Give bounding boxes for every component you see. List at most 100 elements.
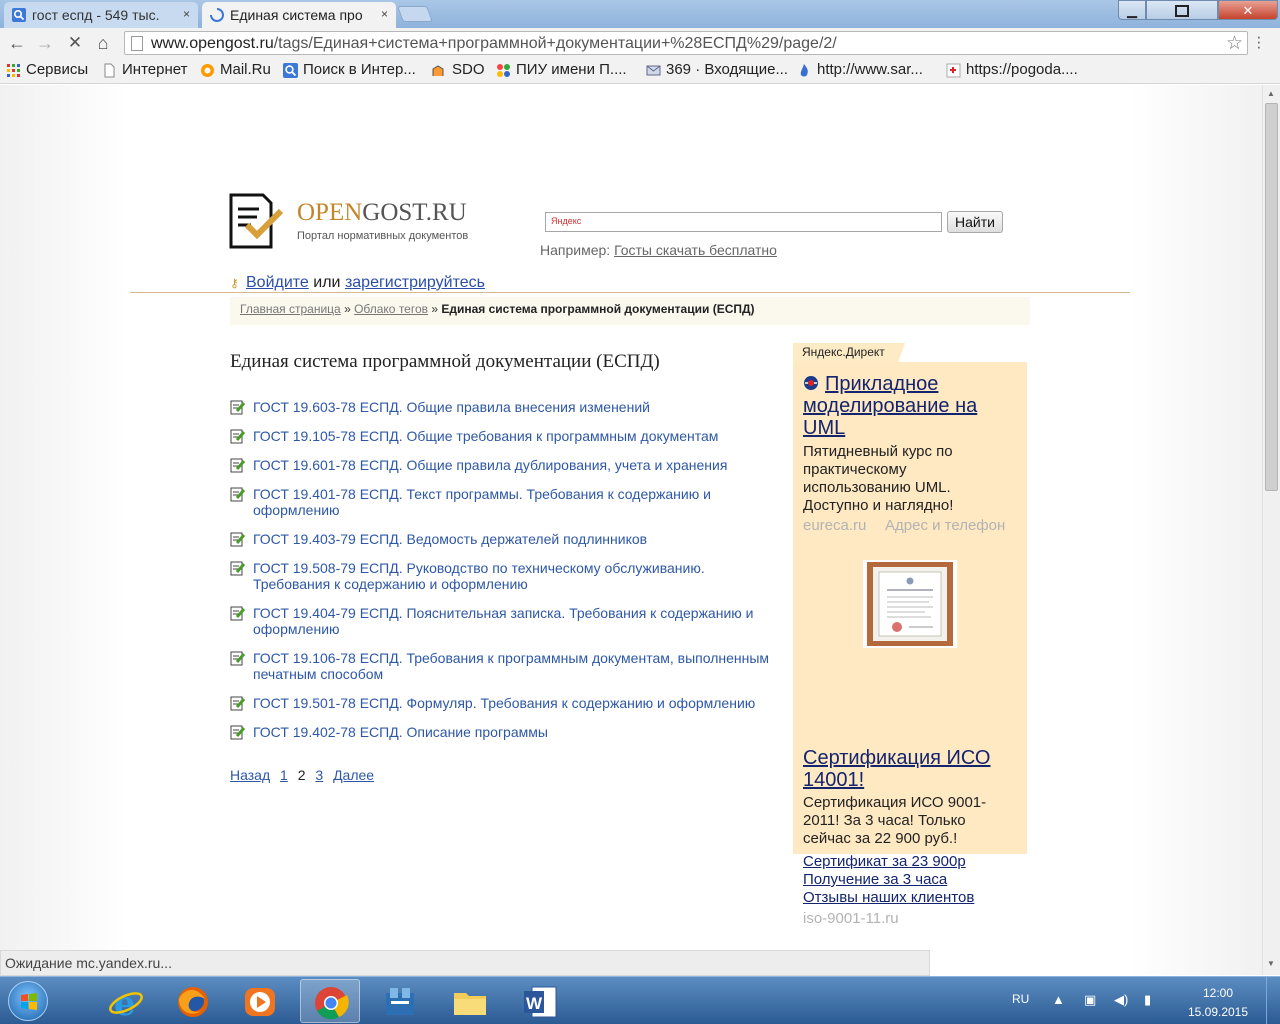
ad-iso-link-reviews[interactable]: Отзывы наших клиентов [803,889,974,907]
list-item: ГОСТ 19.508-79 ЕСПД. Руководство по техн… [230,560,775,592]
mail-icon [646,65,661,76]
taskbar-internet-explorer[interactable]: e [96,979,156,1023]
site-logo-title[interactable]: OPENGOST.RU [297,199,467,227]
bookmark-pogoda[interactable]: https://pogoda.... [946,61,1078,78]
list-item: ГОСТ 19.603-78 ЕСПД. Общие правила внесе… [230,399,775,415]
stop-button[interactable]: ✕ [64,32,86,54]
document-link[interactable]: ГОСТ 19.106-78 ЕСПД. Требования к програ… [253,650,769,682]
ad-label[interactable]: Яндекс.Директ [793,343,905,362]
close-window-button[interactable]: ✕ [1218,0,1278,20]
ad-uml-title[interactable]: Прикладное моделирование на UML [803,373,1003,439]
chrome-icon [315,987,349,1020]
search-input[interactable]: Яндекс [545,212,942,232]
document-link[interactable]: ГОСТ 19.508-79 ЕСПД. Руководство по техн… [253,560,705,592]
document-link[interactable]: ГОСТ 19.404-79 ЕСПД. Пояснительная запис… [253,605,753,637]
bookmark-services[interactable]: Сервисы [6,61,88,78]
vertical-scrollbar[interactable]: ▲ ▼ [1262,85,1280,975]
ad-iso-link-price[interactable]: Сертификат за 23 900р [803,853,966,871]
bookmark-internet[interactable]: Интернет [102,61,187,78]
tab-title: Единая система про [230,7,363,23]
battery-icon[interactable]: ▮ [1144,992,1151,1008]
scroll-down-icon[interactable]: ▼ [1267,959,1275,968]
bookmark-search[interactable]: Поиск в Интер... [283,61,416,78]
bookmark-mailru[interactable]: Mail.Ru [200,61,271,78]
breadcrumb-home[interactable]: Главная страница [240,302,341,316]
ad-iso-title[interactable]: Сертификация ИСО 14001! [803,747,1013,791]
maximize-icon [1175,5,1189,17]
moodle-icon [432,65,444,76]
login-link[interactable]: Войдите [246,274,309,291]
ad-uml-contact[interactable]: Адрес и телефон [885,517,1005,534]
page-viewport: OPENGOST.RU Портал нормативных документо… [0,85,1262,975]
pagination-page-3[interactable]: 3 [315,767,323,783]
taskbar-file-explorer[interactable] [440,979,500,1023]
pagination: Назад 1 2 3 Далее [230,767,380,783]
volume-icon[interactable]: ◀) [1114,992,1128,1008]
scroll-up-icon[interactable]: ▲ [1267,89,1275,98]
language-indicator[interactable]: RU [1012,992,1029,1006]
bookmark-piu[interactable]: ПИУ имени П.... [496,61,627,78]
bookmarks-bar: Сервисы Интернет Mail.Ru Поиск в Интер..… [0,58,1280,84]
url-text[interactable]: www.opengost.ru/tags/Единая+система+прог… [151,35,837,53]
start-button[interactable] [8,981,48,1021]
breadcrumb-tags[interactable]: Облако тегов [354,302,428,316]
taskbar-media-player[interactable] [230,979,290,1023]
ad-uml-domain[interactable]: eureca.ru [803,517,866,534]
pagination-page-1[interactable]: 1 [280,767,288,783]
register-link[interactable]: зарегистрируйтесь [345,274,485,291]
document-link[interactable]: ГОСТ 19.402-78 ЕСПД. Описание программы [253,724,548,740]
document-link[interactable]: ГОСТ 19.601-78 ЕСПД. Общие правила дубли… [253,457,727,473]
search-placeholder: Яндекс [551,216,582,226]
certificate-image[interactable] [863,560,957,648]
app-launcher-icon [386,988,414,1015]
document-link[interactable]: ГОСТ 19.403-79 ЕСПД. Ведомость держателе… [253,531,647,547]
forward-button[interactable]: → [34,32,56,54]
svg-text:W: W [526,994,543,1013]
show-hidden-icons-icon[interactable]: ▲ [1052,992,1065,1007]
show-desktop-button[interactable] [1266,977,1280,1024]
document-link[interactable]: ГОСТ 19.603-78 ЕСПД. Общие правила внесе… [253,399,650,415]
minimize-button[interactable]: ▁ [1118,0,1146,20]
search-example-link[interactable]: Госты скачать бесплатно [614,242,777,258]
close-icon[interactable]: × [183,7,190,21]
tab-current[interactable]: Единая система про × [202,2,396,28]
maximize-button[interactable] [1146,0,1218,20]
firefox-icon [178,987,208,1017]
bookmark-inbox[interactable]: 369 · Входящие... [646,61,788,78]
page-bg-right [1130,85,1262,975]
ad-iso-link-time[interactable]: Получение за 3 часа [803,871,947,889]
clock[interactable]: 12:00 15.09.2015 [1180,984,1256,1022]
bookmark-sar[interactable]: http://www.sar... [797,61,923,78]
chrome-menu-icon[interactable]: · · · [1256,28,1272,55]
address-bar[interactable]: www.opengost.ru/tags/Единая+система+прог… [124,31,1248,55]
document-check-logo-icon[interactable] [229,193,287,249]
list-item: ГОСТ 19.106-78 ЕСПД. Требования к програ… [230,650,775,682]
document-edit-icon [230,606,246,621]
new-tab-button[interactable] [397,6,433,22]
back-button[interactable]: ← [6,32,28,54]
home-button[interactable]: ⌂ [92,32,114,54]
search-icon [283,63,298,78]
bookmark-sdo[interactable]: SDO [432,61,485,78]
tab-search-results[interactable]: гост еспд - 549 тыс. × [4,2,198,28]
document-edit-icon [230,487,246,502]
list-item: ГОСТ 19.401-78 ЕСПД. Текст программы. Тр… [230,486,775,518]
taskbar-app-launcher[interactable] [370,979,430,1023]
taskbar-firefox[interactable] [163,979,223,1023]
pagination-next[interactable]: Далее [333,767,374,783]
pagination-prev[interactable]: Назад [230,767,270,783]
ad-iso-domain[interactable]: iso-9001-11.ru [803,910,899,927]
network-icon[interactable]: ▣ [1084,992,1096,1008]
list-item: ГОСТ 19.501-78 ЕСПД. Формуляр. Требовани… [230,695,775,711]
search-button[interactable]: Найти [947,211,1003,233]
scrollbar-thumb[interactable] [1265,103,1278,491]
taskbar-chrome[interactable] [300,979,360,1023]
close-icon[interactable]: × [381,7,388,21]
folder-icon [454,993,486,1015]
document-link[interactable]: ГОСТ 19.105-78 ЕСПД. Общие требования к … [253,428,718,444]
document-edit-icon [230,532,246,547]
taskbar-word[interactable]: W [510,979,570,1023]
document-link[interactable]: ГОСТ 19.501-78 ЕСПД. Формуляр. Требовани… [253,695,755,711]
bookmark-star-icon[interactable]: ☆ [1226,32,1243,55]
document-link[interactable]: ГОСТ 19.401-78 ЕСПД. Текст программы. Тр… [253,486,711,518]
